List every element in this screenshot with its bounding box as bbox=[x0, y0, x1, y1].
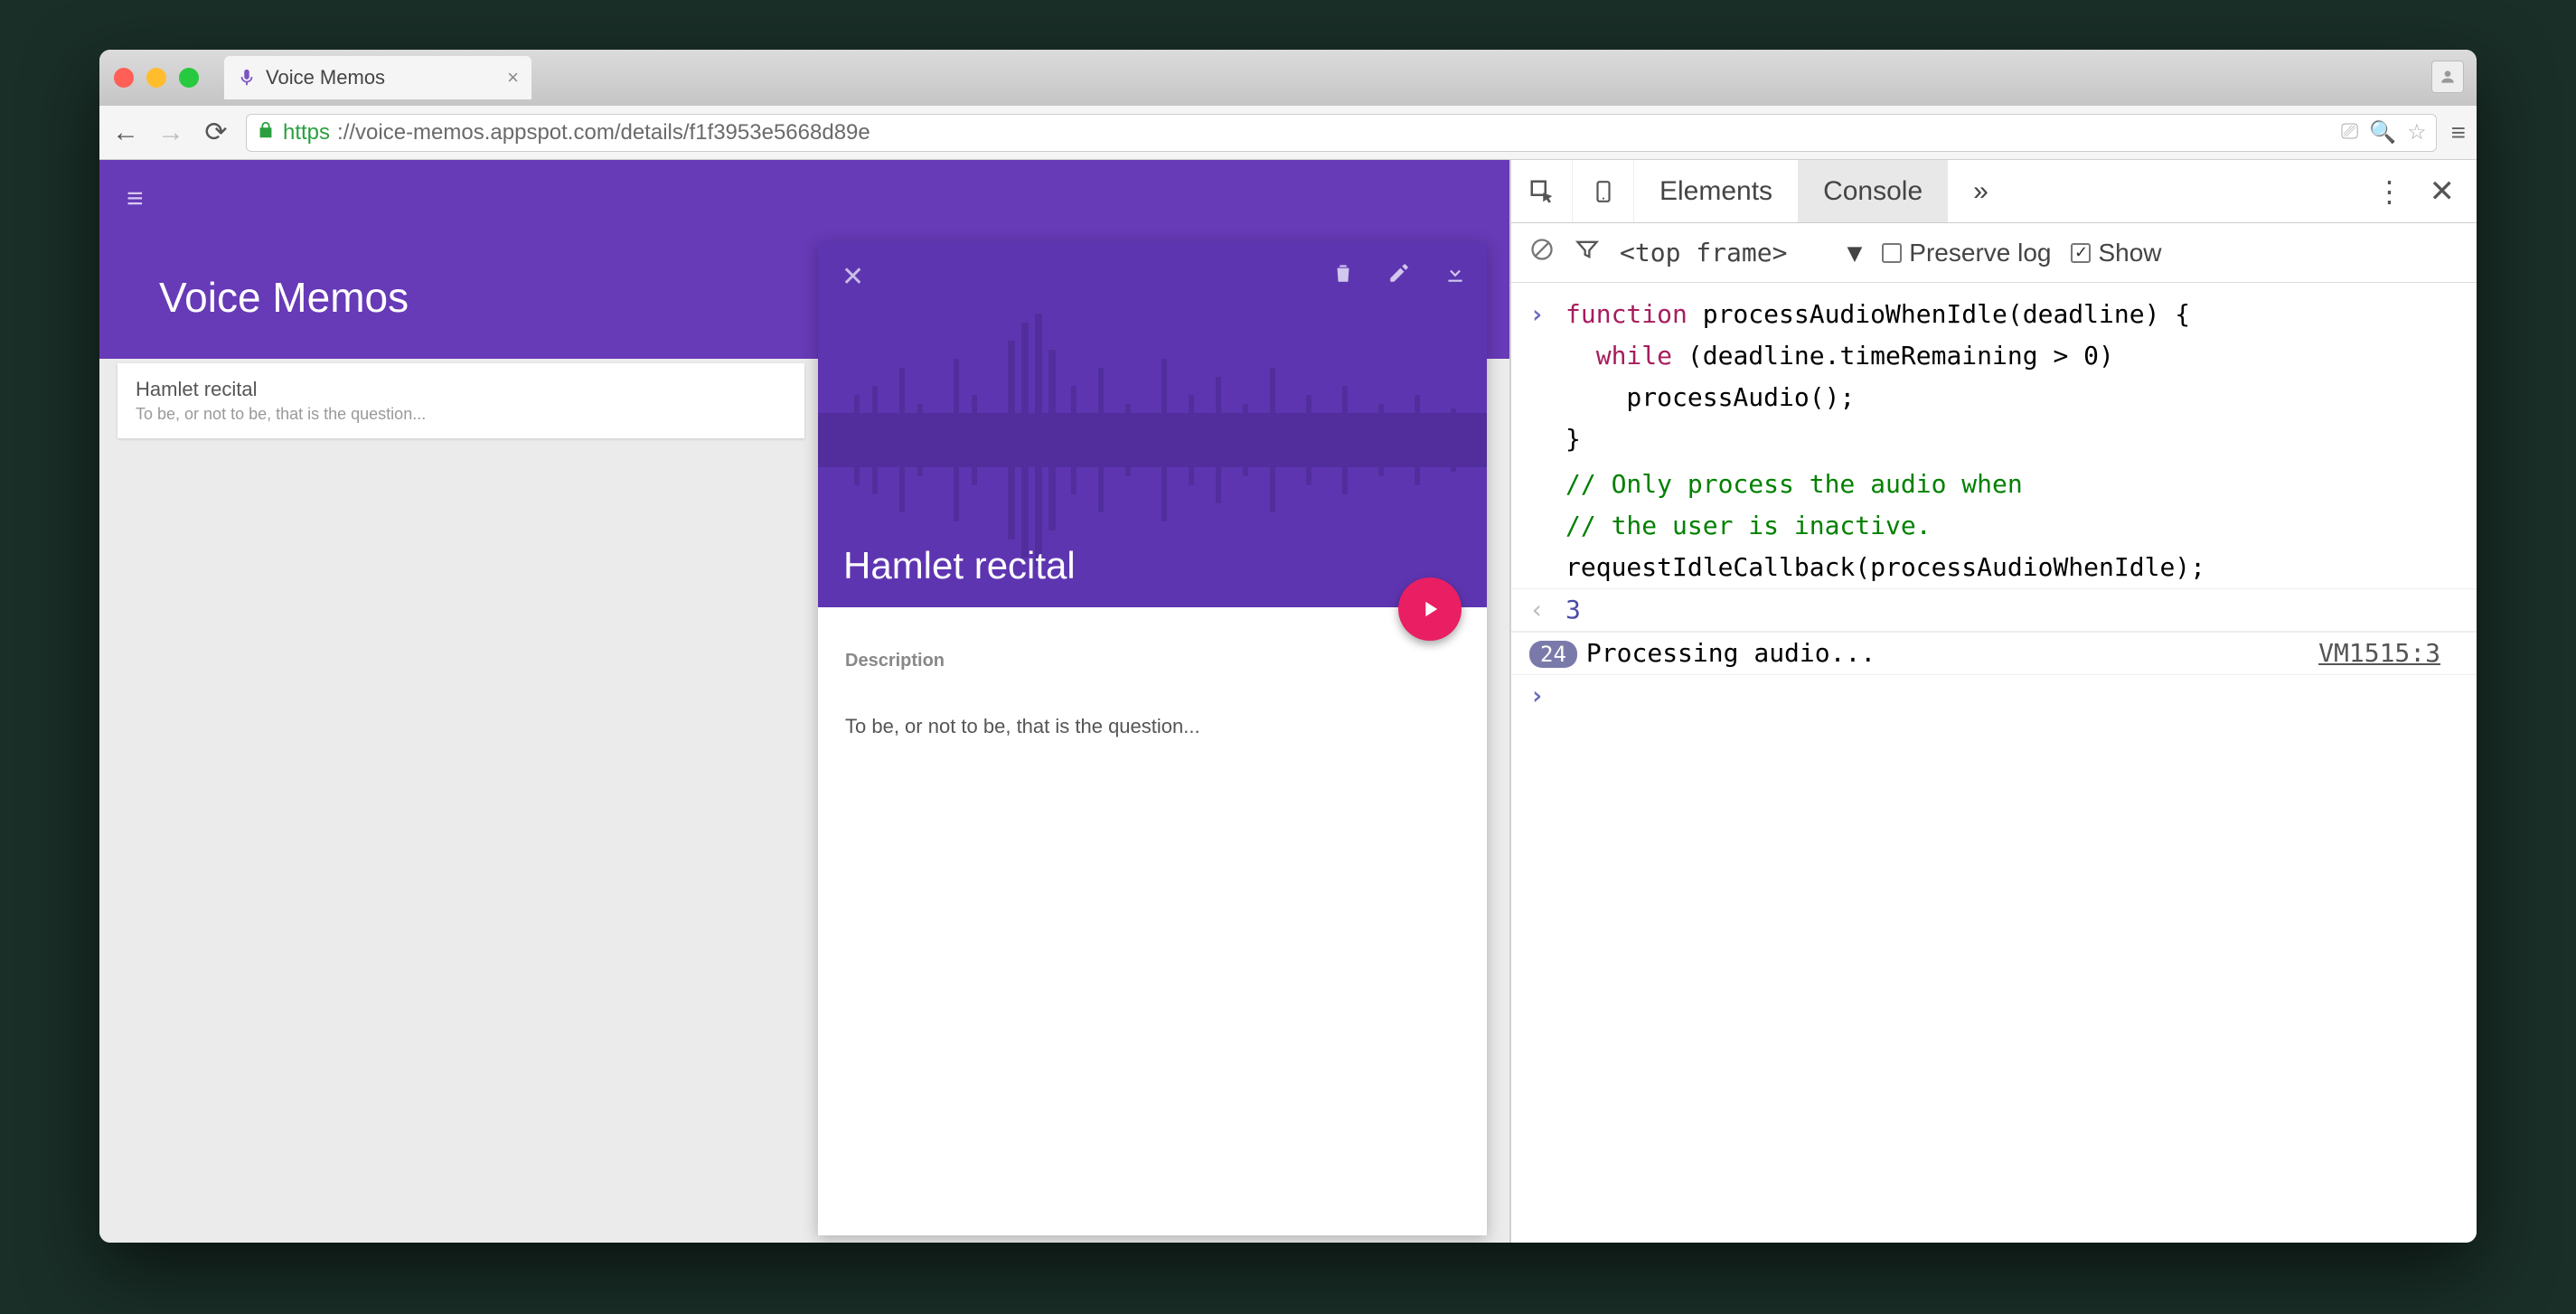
console-log-row: 24 Processing audio... VM1515:3 bbox=[1511, 632, 2477, 675]
play-button[interactable] bbox=[1398, 577, 1462, 641]
return-value: 3 bbox=[1565, 591, 1581, 629]
detail-actions bbox=[1331, 261, 1467, 291]
memo-list-item[interactable]: Hamlet recital To be, or not to be, that… bbox=[118, 363, 804, 438]
browser-window: Voice Memos × ← → ⟳ https ://voice-memos.… bbox=[99, 50, 2477, 1243]
frame-selector[interactable]: <top frame> ▼ bbox=[1620, 238, 1862, 267]
chrome-menu-button[interactable]: ≡ bbox=[2451, 118, 2466, 147]
url-scheme: https bbox=[283, 120, 330, 145]
close-window-button[interactable] bbox=[114, 68, 134, 88]
waveform-graphic bbox=[818, 305, 1487, 576]
show-label: Show bbox=[2098, 239, 2161, 267]
address-bar[interactable]: https ://voice-memos.appspot.com/details/… bbox=[246, 114, 2437, 152]
maximize-window-button[interactable] bbox=[179, 68, 199, 88]
clear-console-icon[interactable] bbox=[1529, 237, 1555, 268]
content-area: ≡ Voice Memos Hamlet recital To be, or n… bbox=[99, 160, 2477, 1243]
back-button[interactable]: ← bbox=[110, 117, 141, 148]
memo-item-title: Hamlet recital bbox=[136, 378, 786, 401]
browser-toolbar: ← → ⟳ https ://voice-memos.appspot.com/de… bbox=[99, 106, 2477, 160]
tab-close-icon[interactable]: × bbox=[507, 66, 519, 89]
omnibox-actions: ⎚ 🔍 ☆ bbox=[2341, 119, 2427, 145]
delete-icon[interactable] bbox=[1331, 261, 1355, 291]
minimize-window-button[interactable] bbox=[146, 68, 166, 88]
edit-icon[interactable] bbox=[1387, 261, 1411, 291]
memo-detail-panel: ✕ bbox=[818, 241, 1487, 1235]
log-message: Processing audio... bbox=[1586, 634, 1876, 672]
close-icon[interactable]: ✕ bbox=[841, 261, 864, 293]
log-source-link[interactable]: VM1515:3 bbox=[2318, 634, 2458, 672]
input-prompt-icon[interactable]: › bbox=[1529, 677, 1565, 715]
inspect-element-button[interactable] bbox=[1511, 160, 1573, 222]
description-label: Description bbox=[845, 651, 1460, 671]
camera-icon[interactable]: ⎚ bbox=[2341, 119, 2358, 145]
tab-strip: Voice Memos × bbox=[99, 50, 2477, 106]
detail-title: Hamlet recital bbox=[843, 544, 1076, 587]
preserve-log-checkbox[interactable]: Preserve log bbox=[1882, 239, 2051, 267]
star-icon[interactable]: ☆ bbox=[2407, 119, 2427, 145]
voice-memos-app: ≡ Voice Memos Hamlet recital To be, or n… bbox=[99, 160, 1509, 1243]
console-filter-bar: <top frame> ▼ Preserve log ✓ Show bbox=[1511, 223, 2477, 283]
code-line: requestIdleCallback(processAudioWhenIdle… bbox=[1565, 549, 2205, 587]
input-prompt-icon: › bbox=[1529, 296, 1565, 333]
devtools-panel: Elements Console » ⋮ ✕ <top frame> bbox=[1509, 160, 2477, 1243]
memo-list: Hamlet recital To be, or not to be, that… bbox=[118, 363, 804, 438]
tab-console[interactable]: Console bbox=[1798, 160, 1948, 222]
chevron-down-icon: ▼ bbox=[1847, 238, 1862, 267]
code-line: // the user is inactive. bbox=[1565, 507, 1932, 545]
show-checkbox[interactable]: ✓ Show bbox=[2071, 239, 2161, 267]
reload-button[interactable]: ⟳ bbox=[201, 117, 231, 148]
tab-overflow[interactable]: » bbox=[1948, 160, 2014, 222]
preserve-log-label: Preserve log bbox=[1909, 239, 2051, 267]
code-line: // Only process the audio when bbox=[1565, 465, 2023, 503]
devtools-menu-icon[interactable]: ⋮ bbox=[2375, 174, 2404, 209]
memo-item-subtitle: To be, or not to be, that is the questio… bbox=[136, 405, 786, 424]
detail-body: Description To be, or not to be, that is… bbox=[818, 607, 1487, 782]
search-icon[interactable]: 🔍 bbox=[2369, 119, 2396, 145]
devtools-tabs: Elements Console » ⋮ ✕ bbox=[1511, 160, 2477, 223]
code-line: function processAudioWhenIdle(deadline) … bbox=[1565, 296, 2190, 333]
browser-tab[interactable]: Voice Memos × bbox=[224, 56, 531, 99]
device-mode-button[interactable] bbox=[1573, 160, 1634, 222]
detail-header: ✕ bbox=[818, 241, 1487, 607]
forward-button[interactable]: → bbox=[155, 117, 186, 148]
description-text: To be, or not to be, that is the questio… bbox=[845, 715, 1460, 738]
output-prompt-icon: ‹ bbox=[1529, 591, 1565, 629]
url-path: ://voice-memos.appspot.com/details/f1f39… bbox=[337, 120, 870, 145]
play-icon bbox=[1417, 596, 1443, 622]
code-line: while (deadline.timeRemaining > 0) bbox=[1565, 337, 2114, 375]
hamburger-icon[interactable]: ≡ bbox=[127, 182, 144, 214]
code-line: } bbox=[1565, 420, 1581, 458]
tab-title: Voice Memos bbox=[266, 66, 385, 89]
person-icon bbox=[2439, 68, 2457, 86]
devtools-close-icon[interactable]: ✕ bbox=[2430, 174, 2456, 210]
microphone-icon bbox=[237, 68, 257, 88]
frame-selector-label: <top frame> bbox=[1620, 238, 1787, 267]
code-line: processAudio(); bbox=[1565, 379, 1855, 417]
log-count-badge: 24 bbox=[1529, 641, 1577, 668]
console-output: ›function processAudioWhenIdle(deadline)… bbox=[1511, 283, 2477, 1243]
window-controls bbox=[114, 68, 199, 88]
download-icon[interactable] bbox=[1443, 261, 1467, 291]
profile-button[interactable] bbox=[2431, 61, 2464, 93]
tab-elements[interactable]: Elements bbox=[1634, 160, 1798, 222]
lock-icon bbox=[256, 120, 276, 145]
filter-icon[interactable] bbox=[1575, 237, 1600, 268]
